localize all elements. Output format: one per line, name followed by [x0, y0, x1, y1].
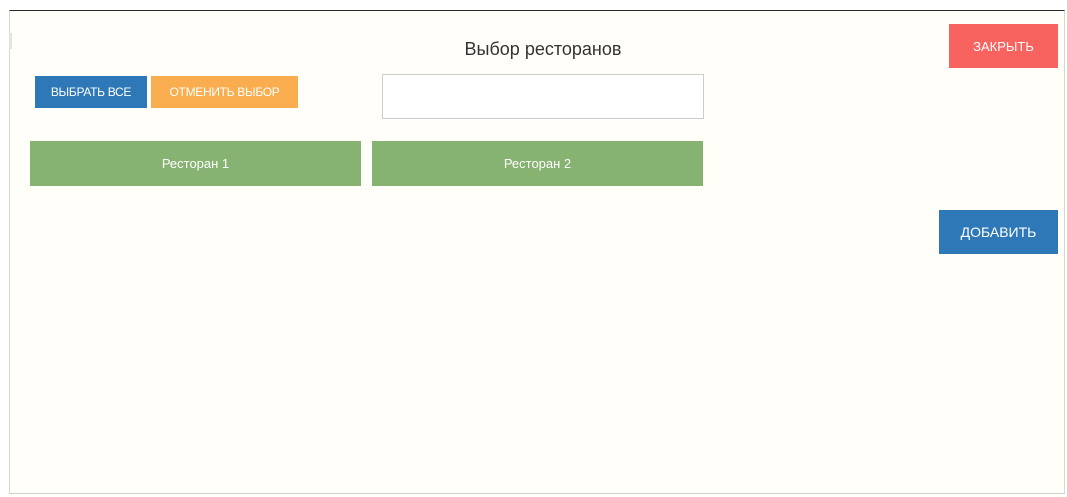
restaurant-selection-dialog: Выбор ресторанов ВЫБРАТЬ ВСЕ ОТМЕНИТЬ ВЫ… [9, 10, 1065, 494]
deselect-all-button[interactable]: ОТМЕНИТЬ ВЫБОР [151, 76, 298, 108]
select-all-button[interactable]: ВЫБРАТЬ ВСЕ [35, 76, 147, 108]
close-button[interactable]: ЗАКРЫТЬ [949, 24, 1058, 68]
restaurant-item-1[interactable]: Ресторан 1 [30, 141, 361, 186]
restaurant-item-2[interactable]: Ресторан 2 [372, 141, 703, 186]
window-edge-marker [9, 33, 12, 49]
dialog-title: Выбор ресторанов [464, 39, 622, 59]
search-input[interactable] [382, 74, 704, 119]
add-button[interactable]: ДОБАВИТЬ [939, 210, 1058, 254]
